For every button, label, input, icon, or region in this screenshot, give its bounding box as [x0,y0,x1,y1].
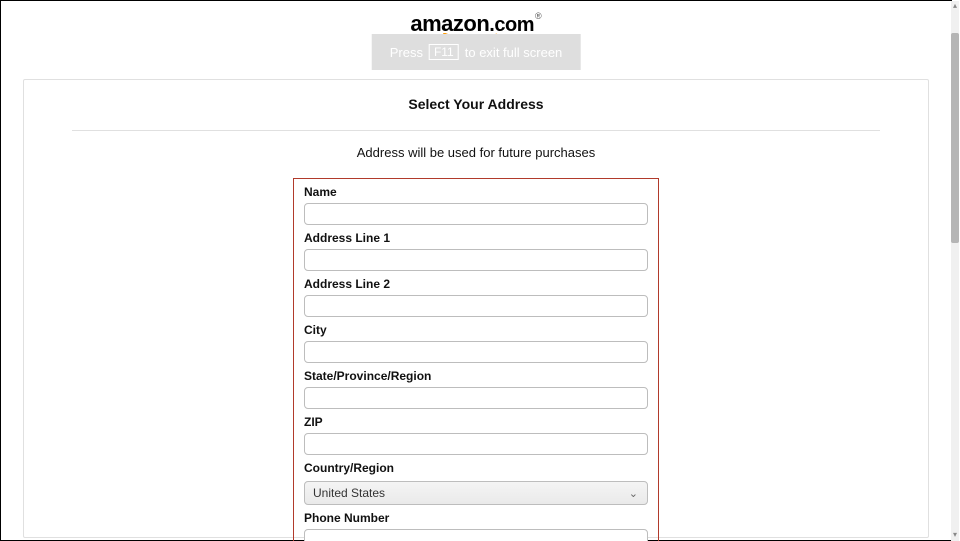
zip-input[interactable] [304,433,648,455]
label-country: Country/Region [304,461,648,475]
country-select[interactable]: United States [304,481,648,505]
app-window: amazon.com® Press F11 to exit full scree… [0,0,952,541]
label-address1: Address Line 1 [304,231,648,245]
logo-trademark: ® [535,11,542,21]
address1-input[interactable] [304,249,648,271]
label-name: Name [304,185,648,199]
scroll-down-icon[interactable]: ▾ [951,530,959,541]
card-subtitle: Address will be used for future purchase… [72,145,880,160]
card-title: Select Your Address [72,96,880,112]
fullscreen-banner: Press F11 to exit full screen [372,34,581,70]
address-form: Name Address Line 1 Address Line 2 City … [293,178,659,541]
city-input[interactable] [304,341,648,363]
fs-key: F11 [429,44,459,60]
divider [72,130,880,131]
label-phone: Phone Number [304,511,648,525]
fs-after: to exit full screen [465,45,563,60]
label-state: State/Province/Region [304,369,648,383]
label-zip: ZIP [304,415,648,429]
phone-input[interactable] [304,529,648,541]
state-input[interactable] [304,387,648,409]
label-address2: Address Line 2 [304,277,648,291]
logo-amazon: amazon [410,11,489,36]
address-card: Select Your Address Address will be used… [23,79,929,538]
label-city: City [304,323,648,337]
logo-com: .com [489,14,534,36]
scroll-up-icon[interactable]: ▴ [951,1,959,13]
name-input[interactable] [304,203,648,225]
fs-before: Press [390,45,423,60]
scrollbar-thumb[interactable] [951,33,959,243]
scrollbar-track[interactable]: ▴ ▾ [951,1,959,541]
address2-input[interactable] [304,295,648,317]
